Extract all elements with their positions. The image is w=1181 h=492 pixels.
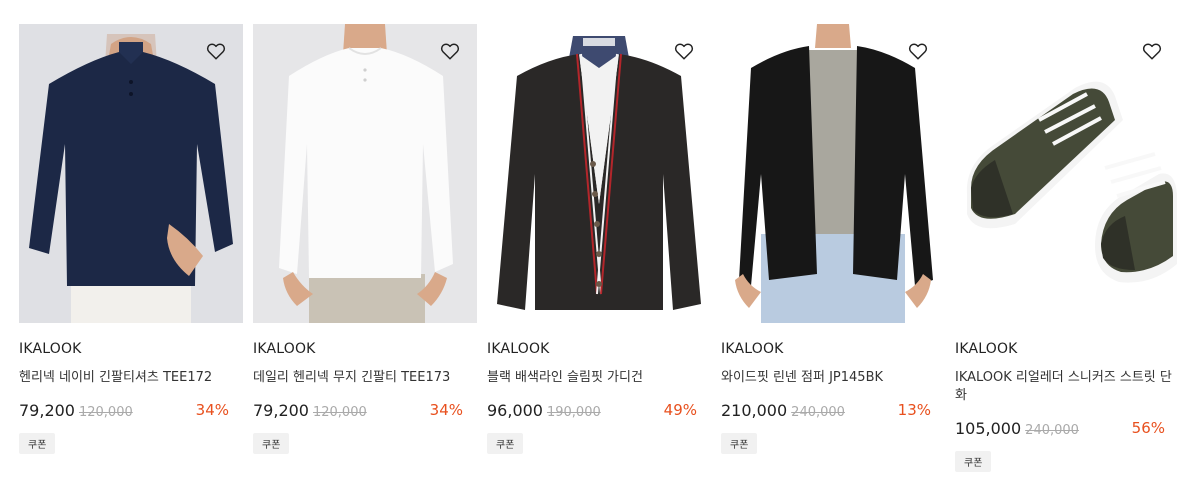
discount-rate: 56%	[1131, 419, 1165, 437]
heart-outline-icon[interactable]	[907, 40, 929, 62]
price-row: 79,200 120,000 34%	[19, 401, 243, 423]
sale-price: 79,200	[19, 401, 75, 420]
product-image[interactable]	[955, 24, 1179, 323]
brand-name[interactable]: IKALOOK	[19, 341, 243, 357]
coupon-badge: 쿠폰	[487, 433, 524, 454]
product-grid: IKALOOK 헨리넥 네이비 긴팔티셔츠 TEE172 79,200 120,…	[0, 0, 1181, 492]
product-title[interactable]: 헨리넥 네이비 긴팔티셔츠 TEE172	[19, 369, 243, 387]
sale-price: 210,000	[721, 401, 788, 420]
product-title[interactable]: 데일리 헨리넥 무지 긴팔티 TEE173	[253, 369, 477, 387]
product-card[interactable]: IKALOOK IKALOOK 리얼레더 스니커즈 스트릿 단화 105,000…	[955, 24, 1179, 472]
brand-name[interactable]: IKALOOK	[253, 341, 477, 357]
product-card[interactable]: IKALOOK 헨리넥 네이비 긴팔티셔츠 TEE172 79,200 120,…	[19, 24, 243, 454]
coupon-badge: 쿠폰	[721, 433, 758, 454]
product-card[interactable]: IKALOOK 와이드핏 린넨 점퍼 JP145BK 210,000 240,0…	[721, 24, 945, 454]
price-row: 210,000 240,000 13%	[721, 401, 945, 423]
product-title[interactable]: IKALOOK 리얼레더 스니커즈 스트릿 단화	[955, 369, 1179, 405]
original-price: 190,000	[546, 405, 601, 420]
product-photo-black-cardigan	[487, 24, 711, 323]
brand-name[interactable]: IKALOOK	[955, 341, 1179, 357]
product-title[interactable]: 와이드핏 린넨 점퍼 JP145BK	[721, 369, 945, 387]
original-price: 120,000	[78, 405, 133, 420]
product-card[interactable]: IKALOOK 데일리 헨리넥 무지 긴팔티 TEE173 79,200 120…	[253, 24, 477, 454]
product-card[interactable]: IKALOOK 블랙 배색라인 슬림핏 가디건 96,000 190,000 4…	[487, 24, 711, 454]
original-price: 240,000	[791, 405, 845, 420]
sale-price: 96,000	[487, 401, 543, 420]
price-row: 96,000 190,000 49%	[487, 401, 711, 423]
brand-name[interactable]: IKALOOK	[721, 341, 945, 357]
price-row: 105,000 240,000 56%	[955, 419, 1179, 441]
brand-name[interactable]: IKALOOK	[487, 341, 711, 357]
heart-outline-icon[interactable]	[673, 40, 695, 62]
product-photo-white-henley	[253, 24, 477, 323]
discount-rate: 49%	[663, 401, 697, 419]
discount-rate: 34%	[195, 401, 229, 419]
heart-outline-icon[interactable]	[205, 40, 227, 62]
heart-outline-icon[interactable]	[439, 40, 461, 62]
price-row: 79,200 120,000 34%	[253, 401, 477, 423]
discount-rate: 34%	[429, 401, 463, 419]
product-title[interactable]: 블랙 배색라인 슬림핏 가디건	[487, 369, 711, 387]
coupon-badge: 쿠폰	[19, 433, 56, 454]
original-price: 240,000	[1025, 423, 1079, 438]
product-image[interactable]	[721, 24, 945, 323]
product-image[interactable]	[487, 24, 711, 323]
sale-price: 105,000	[955, 419, 1022, 438]
sale-price: 79,200	[253, 401, 309, 420]
product-photo-leather-sneakers	[955, 24, 1179, 323]
product-image[interactable]	[19, 24, 243, 323]
product-photo-black-linen-jumper	[721, 24, 945, 323]
original-price: 120,000	[312, 405, 367, 420]
coupon-badge: 쿠폰	[955, 451, 992, 472]
heart-outline-icon[interactable]	[1141, 40, 1163, 62]
product-photo-navy-henley	[19, 24, 243, 323]
product-image[interactable]	[253, 24, 477, 323]
discount-rate: 13%	[897, 401, 931, 419]
coupon-badge: 쿠폰	[253, 433, 290, 454]
